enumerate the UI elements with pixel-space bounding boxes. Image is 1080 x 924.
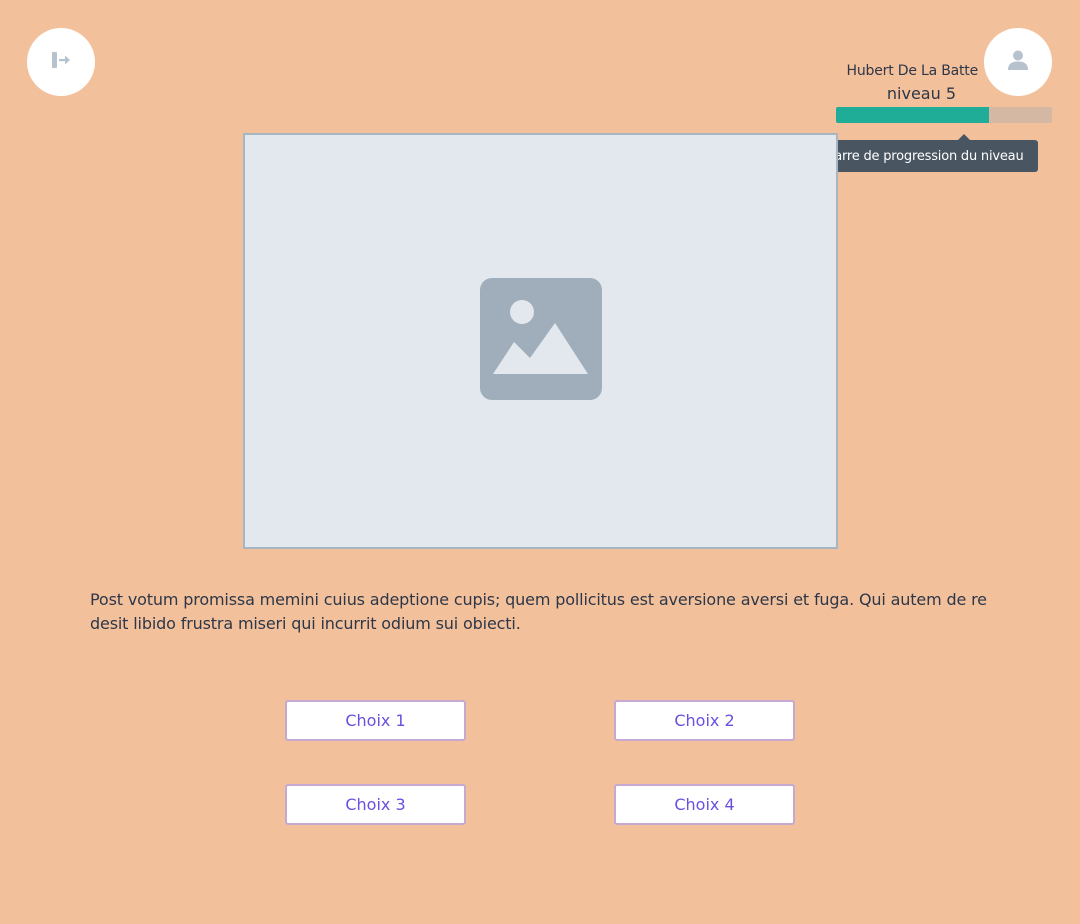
choice-3-button[interactable]: Choix 3 [285, 784, 466, 825]
question-image [243, 133, 838, 549]
profile-avatar-button[interactable] [984, 28, 1052, 96]
image-placeholder-icon [479, 278, 602, 404]
user-name: Hubert De La Batte [846, 63, 979, 79]
level-progress-fill [836, 107, 990, 123]
progress-tooltip: Barre de progression du niveau [811, 140, 1038, 172]
user-icon [1007, 49, 1029, 75]
quiz-screen: Hubert De La Batte niveau 5 Barre de pro… [0, 0, 1080, 924]
choice-2-button[interactable]: Choix 2 [614, 700, 795, 741]
question-text: Post votum promissa memini cuius adeptio… [90, 590, 987, 633]
user-level: niveau 5 [886, 84, 956, 103]
choice-4-button[interactable]: Choix 4 [614, 784, 795, 825]
choice-1-button[interactable]: Choix 1 [285, 700, 466, 741]
level-progress-bar[interactable] [836, 107, 1052, 123]
logout-icon [50, 51, 72, 73]
logout-button[interactable] [27, 28, 95, 96]
